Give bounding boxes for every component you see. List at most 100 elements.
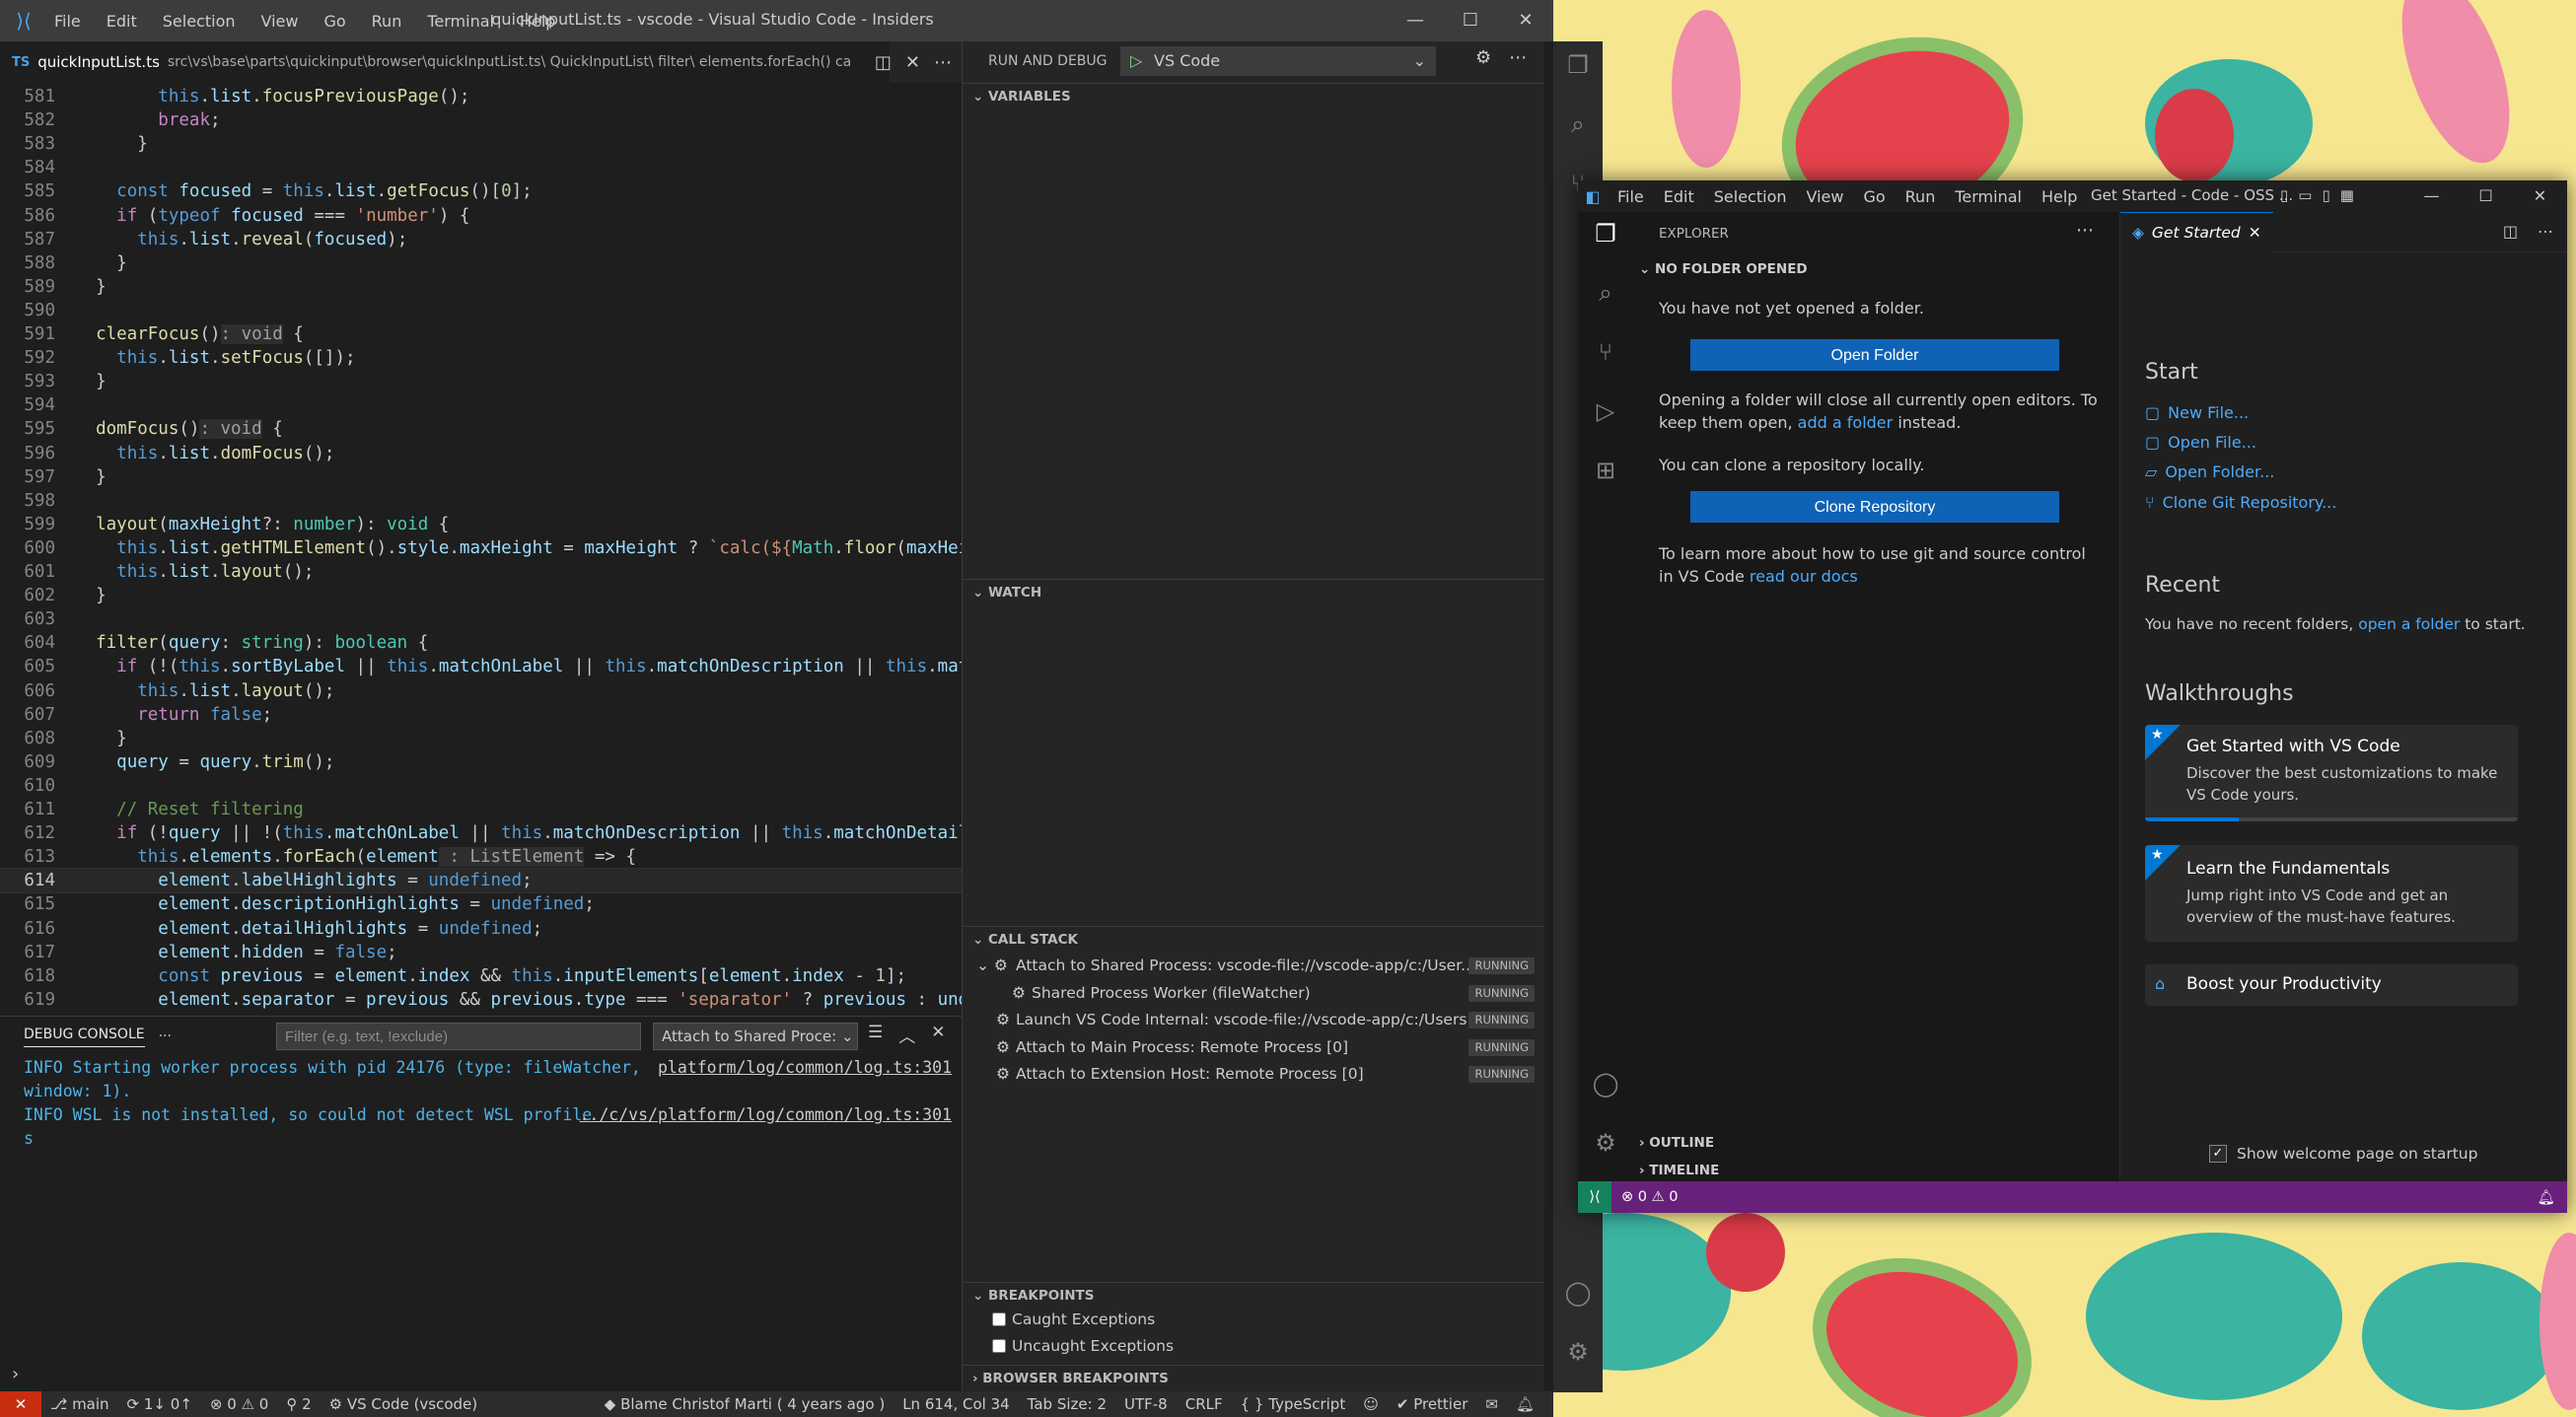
notifications-icon[interactable]: 🔔︎ [1507,1395,1543,1413]
more-actions-icon[interactable]: ⋯ [2076,220,2094,241]
code-editor[interactable]: 581 this.list.focusPreviousPage(); 582 br… [0,83,962,1016]
open-folder-button[interactable]: Open Folder [1690,339,2059,371]
more-actions-icon[interactable]: ⋯ [2538,222,2553,241]
debug-status[interactable]: ⚙ VS Code (vscode) [321,1395,487,1413]
close-panel-icon[interactable]: ✕ [931,1023,945,1047]
no-folder-section[interactable]: ⌄ NO FOLDER OPENED [1639,261,1808,277]
clear-console-icon[interactable]: ☰ [868,1023,883,1047]
code-line[interactable]: 611 // Reset filtering [0,798,962,821]
code-line[interactable]: 608 } [0,727,962,750]
debug-session-select[interactable]: Attach to Shared Proce: ⌄ [653,1023,858,1050]
run-debug-icon[interactable]: ▷ [1578,397,1633,425]
walkthrough-card-fundamentals[interactable]: ★ Learn the Fundamentals Jump right into… [2145,845,2518,942]
code-line[interactable]: 606 this.list.layout(); [0,679,962,703]
account-icon[interactable]: ◯ [1578,1070,1633,1098]
code-line[interactable]: 605 if (!(this.sortByLabel || this.match… [0,655,962,678]
code-line[interactable]: 584 [0,156,962,179]
problems-status[interactable]: ⊗ 0 ⚠ 0 [1611,1189,1678,1205]
breadcrumb[interactable]: src\vs\base\parts\quickinput\browser\qui… [168,54,878,70]
menu-run[interactable]: Run [1896,187,1946,206]
account-icon[interactable]: ◯ [1553,1279,1603,1307]
tab-quickinputlist[interactable]: TS quickInputList.ts src\vs\base\parts\q… [0,41,890,83]
extensions-icon[interactable]: ⊞ [1578,457,1633,484]
console-prompt-icon[interactable]: › [12,1364,19,1384]
code-line[interactable]: 591 clearFocus(): void { [0,322,962,346]
code-line[interactable]: 610 [0,774,962,798]
clone-repository-button[interactable]: Clone Repository [1690,491,2059,523]
code-line[interactable]: 612 if (!query || !(this.matchOnLabel ||… [0,821,962,845]
gear-icon[interactable]: ⚙ [1475,47,1491,68]
git-blame[interactable]: ◆ Blame Christof Marti ( 4 years ago ) [596,1395,894,1413]
code-line[interactable]: 601 this.list.layout(); [0,560,962,584]
code-line[interactable]: 595 domFocus(): void { [0,417,962,441]
panel-more-icon[interactable]: ··· [159,1028,172,1044]
search-icon[interactable]: ⌕ [1578,279,1633,307]
remote-icon[interactable]: ✕ [0,1391,41,1417]
menu-edit[interactable]: Edit [1654,187,1704,206]
code-line[interactable]: 585 const focused = this.list.getFocus()… [0,179,962,203]
manage-gear-icon[interactable]: ⚙ [1578,1129,1633,1157]
source-control-icon[interactable]: ⑂ [1578,338,1633,366]
debug-console-tab[interactable]: DEBUG CONSOLE [24,1027,145,1047]
manage-gear-icon[interactable]: ⚙ [1553,1338,1603,1366]
copilot-icon[interactable]: ☺ [1354,1395,1388,1413]
more-actions-icon[interactable]: ⋯ [934,52,952,73]
breakpoint-caught-exceptions[interactable]: Caught Exceptions [992,1311,1155,1328]
minimize-icon[interactable]: — [1388,0,1443,41]
call-stack-session[interactable]: ⚙ Attach to Main Process: Remote Process … [963,1034,1544,1061]
code-line[interactable]: 609 query = query.trim(); [0,750,962,774]
call-stack-session[interactable]: ⌄ ⚙ Attach to Shared Process: vscode-file… [963,953,1544,979]
open-file-link[interactable]: ▢ Open File... [2145,433,2256,452]
toggle-panel-icon[interactable]: ▭ [2298,186,2312,204]
call-stack-session[interactable]: ⚙ Launch VS Code Internal: vscode-file://… [963,1007,1544,1033]
start-debugging-icon[interactable]: ▷ [1130,46,1142,76]
problems-status[interactable]: ⊗ 0 ⚠ 0 [201,1395,277,1413]
menu-help[interactable]: Help [2032,187,2087,206]
code-line[interactable]: 615 element.descriptionHighlights = unde… [0,892,962,916]
code-line[interactable]: 588 } [0,251,962,275]
maximize-icon[interactable]: ☐ [2459,180,2513,212]
code-line[interactable]: 596 this.list.domFocus(); [0,442,962,465]
console-source-link[interactable]: ../c/vs/platform/log/common/log.ts:301 [580,1105,953,1124]
code-line[interactable]: 613 this.elements.forEach(element : List… [0,845,962,869]
code-line[interactable]: 593 } [0,370,962,393]
customize-layout-icon[interactable]: ▦ [2340,186,2354,204]
menu-go[interactable]: Go [1853,187,1895,206]
code-line[interactable]: 586 if (typeof focused === 'number') { [0,204,962,228]
code-line[interactable]: 599 layout(maxHeight?: number): void { [0,513,962,536]
code-line[interactable]: 618 const previous = element.index && th… [0,964,962,988]
toggle-sidebar-icon[interactable]: ▯ [2280,186,2288,204]
search-icon[interactable]: ⌕ [1553,110,1603,138]
close-tab-icon[interactable]: ✕ [2249,224,2261,242]
clone-git-link[interactable]: ⑂ Clone Git Repository... [2145,493,2336,512]
code-line[interactable]: 614 element.labelHighlights = undefined; [0,868,962,894]
menu-selection[interactable]: Selection [1704,187,1797,206]
code-line[interactable]: 583 } [0,132,962,156]
code-line[interactable]: 587 this.list.reveal(focused); [0,228,962,251]
open-folder-link[interactable]: open a folder [2358,615,2460,633]
tab-size[interactable]: Tab Size: 2 [1019,1395,1115,1413]
breakpoint-uncaught-exceptions[interactable]: Uncaught Exceptions [992,1337,1174,1355]
code-line[interactable]: 590 [0,299,962,322]
code-line[interactable]: 607 return false; [0,703,962,727]
more-actions-icon[interactable]: ⋯ [1509,47,1527,68]
code-line[interactable]: 594 [0,393,962,417]
encoding[interactable]: UTF-8 [1115,1395,1177,1413]
code-line[interactable]: 619 element.separator = previous && prev… [0,988,962,1012]
code-line[interactable]: 582 break; [0,108,962,132]
call-stack-session[interactable]: ⚙ Attach to Extension Host: Remote Proces… [963,1061,1544,1088]
cursor-position[interactable]: Ln 614, Col 34 [894,1395,1018,1413]
toggle-secondary-sidebar-icon[interactable]: ▯ [2322,186,2329,204]
breakpoints-section[interactable]: ⌄ BREAKPOINTS [963,1282,1544,1308]
walkthrough-card-productivity[interactable]: ⌂ Boost your Productivity [2145,964,2518,1006]
code-line[interactable]: 602 } [0,584,962,607]
close-tab-icon[interactable]: ✕ [905,52,920,73]
split-editor-icon[interactable]: ◫ [2503,222,2518,241]
code-line[interactable]: 581 this.list.focusPreviousPage(); [0,85,962,108]
watch-section[interactable]: ⌄ WATCH [963,579,1544,604]
close-icon[interactable]: ✕ [1498,0,1553,41]
tab-get-started[interactable]: ◈ Get Started ✕ [2120,212,2273,252]
code-line[interactable]: 597 } [0,465,962,489]
explorer-icon[interactable]: ❐ [1578,220,1633,248]
code-line[interactable]: 603 [0,607,962,631]
